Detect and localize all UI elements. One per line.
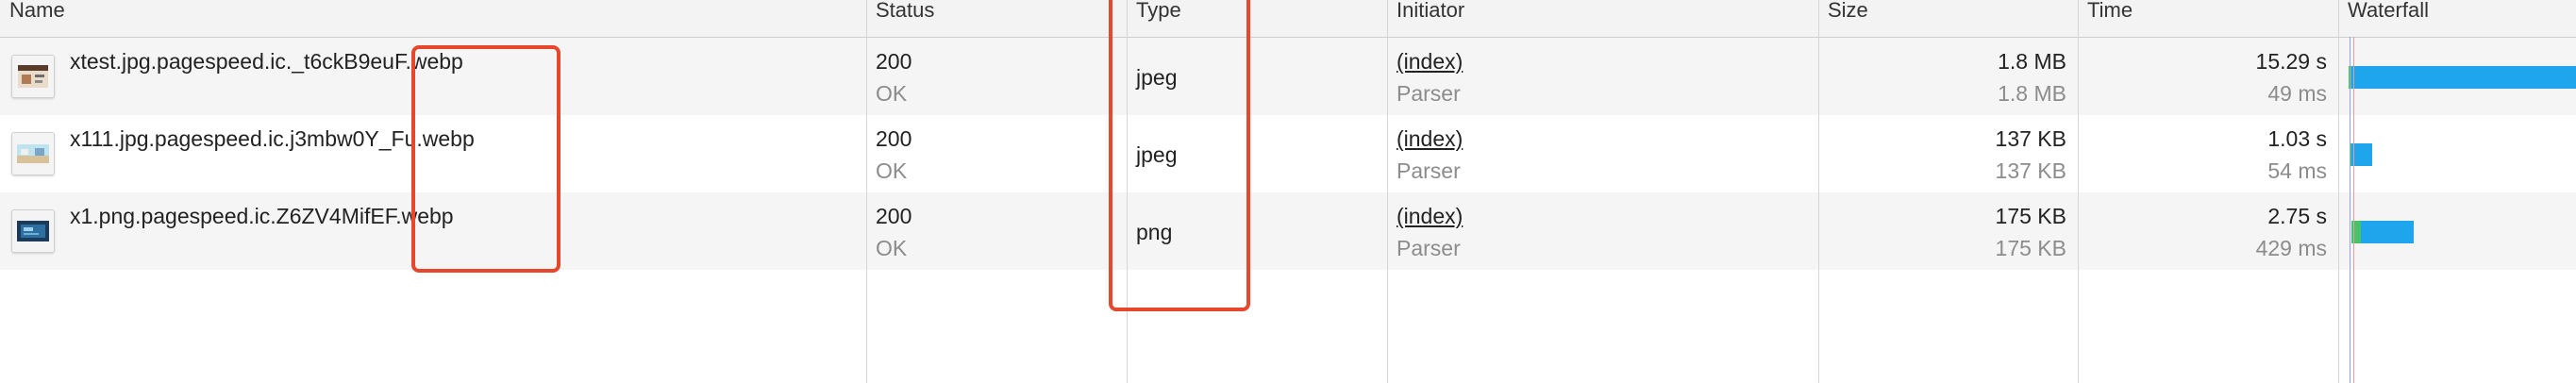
waterfall-receiving-bar	[2361, 221, 2414, 243]
total-time: 1.03 s	[2267, 126, 2327, 151]
column-header-initiator[interactable]: Initiator	[1387, 0, 1818, 37]
time-cell: 1.03 s 54 ms	[2078, 115, 2338, 192]
size-cell: 137 KB 137 KB	[1818, 115, 2078, 192]
column-header-status-label: Status	[876, 0, 935, 22]
status-cell: 200 OK	[866, 38, 1127, 115]
resource-size: 137 KB	[1995, 158, 2066, 183]
column-header-type[interactable]: Type	[1127, 0, 1387, 37]
network-panel: Name Status Type Initiator Size Time Wat…	[0, 0, 2576, 383]
initiator-kind: Parser	[1397, 158, 1461, 183]
status-text: OK	[876, 158, 908, 183]
column-divider[interactable]	[1818, 0, 1819, 383]
waterfall-cell[interactable]	[2338, 38, 2576, 115]
table-row[interactable]: x111.jpg.pagespeed.ic.j3mbw0Y_Fu.webp 20…	[0, 115, 2576, 192]
time-cell: 15.29 s 49 ms	[2078, 38, 2338, 115]
size-cell: 1.8 MB 1.8 MB	[1818, 38, 2078, 115]
transfer-size: 175 KB	[1995, 204, 2066, 228]
resource-size: 175 KB	[1995, 236, 2066, 260]
status-code: 200	[876, 204, 912, 228]
total-time: 15.29 s	[2255, 49, 2327, 74]
total-time: 2.75 s	[2267, 204, 2327, 228]
waterfall-load-marker	[2353, 37, 2354, 383]
column-header-size-label: Size	[1828, 0, 1868, 22]
transfer-size: 1.8 MB	[1998, 49, 2066, 74]
request-name[interactable]: xtest.jpg.pagespeed.ic._t6ckB9euF.webp	[70, 49, 463, 75]
column-divider[interactable]	[1127, 0, 1128, 383]
initiator-cell: (index) Parser	[1387, 192, 1818, 270]
transfer-size: 137 KB	[1995, 126, 2066, 151]
column-divider[interactable]	[2338, 0, 2339, 383]
column-header-waterfall[interactable]: Waterfall	[2338, 0, 2576, 37]
initiator-link[interactable]: (index)	[1397, 204, 1463, 229]
name-cell[interactable]: x1.png.pagespeed.ic.Z6ZV4MifEF.webp	[0, 192, 866, 270]
initiator-link[interactable]: (index)	[1397, 49, 1463, 75]
column-header-time-label: Time	[2087, 0, 2133, 22]
size-cell: 175 KB 175 KB	[1818, 192, 2078, 270]
initiator-kind: Parser	[1397, 81, 1461, 106]
image-thumbnail-icon	[11, 209, 55, 253]
column-divider[interactable]	[866, 0, 867, 383]
column-header-waterfall-label: Waterfall	[2348, 0, 2429, 22]
waterfall-receiving-bar	[2351, 143, 2372, 166]
image-thumbnail-icon	[11, 132, 55, 175]
status-text: OK	[876, 81, 908, 106]
initiator-cell: (index) Parser	[1387, 38, 1818, 115]
type-value: jpeg	[1136, 65, 1178, 90]
column-header-status[interactable]: Status	[866, 0, 1127, 37]
column-header-name[interactable]: Name	[0, 0, 866, 37]
type-cell: jpeg	[1127, 38, 1387, 115]
request-name[interactable]: x111.jpg.pagespeed.ic.j3mbw0Y_Fu.webp	[70, 126, 475, 152]
initiator-cell: (index) Parser	[1387, 115, 1818, 192]
type-value: jpeg	[1136, 142, 1178, 167]
status-cell: 200 OK	[866, 192, 1127, 270]
status-cell: 200 OK	[866, 115, 1127, 192]
name-cell[interactable]: x111.jpg.pagespeed.ic.j3mbw0Y_Fu.webp	[0, 115, 866, 192]
column-header-time[interactable]: Time	[2078, 0, 2338, 37]
status-text: OK	[876, 236, 908, 260]
table-row[interactable]: xtest.jpg.pagespeed.ic._t6ckB9euF.webp 2…	[0, 38, 2576, 115]
latency-time: 49 ms	[2267, 81, 2327, 106]
initiator-kind: Parser	[1397, 236, 1461, 260]
column-header-name-label: Name	[9, 0, 65, 22]
column-divider[interactable]	[1387, 0, 1388, 383]
status-code: 200	[876, 126, 912, 151]
latency-time: 429 ms	[2255, 236, 2327, 260]
resource-size: 1.8 MB	[1998, 81, 2066, 106]
status-code: 200	[876, 49, 912, 74]
time-cell: 2.75 s 429 ms	[2078, 192, 2338, 270]
waterfall-cell[interactable]	[2338, 115, 2576, 192]
column-header-type-label: Type	[1136, 0, 1181, 22]
initiator-link[interactable]: (index)	[1397, 126, 1463, 152]
column-header-size[interactable]: Size	[1818, 0, 2078, 37]
type-value: png	[1136, 220, 1173, 244]
waterfall-cell[interactable]	[2338, 192, 2576, 270]
latency-time: 54 ms	[2267, 158, 2327, 183]
column-divider[interactable]	[2078, 0, 2079, 383]
name-cell[interactable]: xtest.jpg.pagespeed.ic._t6ckB9euF.webp	[0, 38, 866, 115]
type-cell: png	[1127, 192, 1387, 270]
waterfall-receiving-bar	[2351, 66, 2576, 89]
type-cell: jpeg	[1127, 115, 1387, 192]
table-row[interactable]: x1.png.pagespeed.ic.Z6ZV4MifEF.webp 200 …	[0, 192, 2576, 270]
table-header: Name Status Type Initiator Size Time Wat…	[0, 0, 2576, 38]
request-name[interactable]: x1.png.pagespeed.ic.Z6ZV4MifEF.webp	[70, 204, 454, 229]
column-header-initiator-label: Initiator	[1397, 0, 1465, 22]
image-thumbnail-icon	[11, 55, 55, 98]
